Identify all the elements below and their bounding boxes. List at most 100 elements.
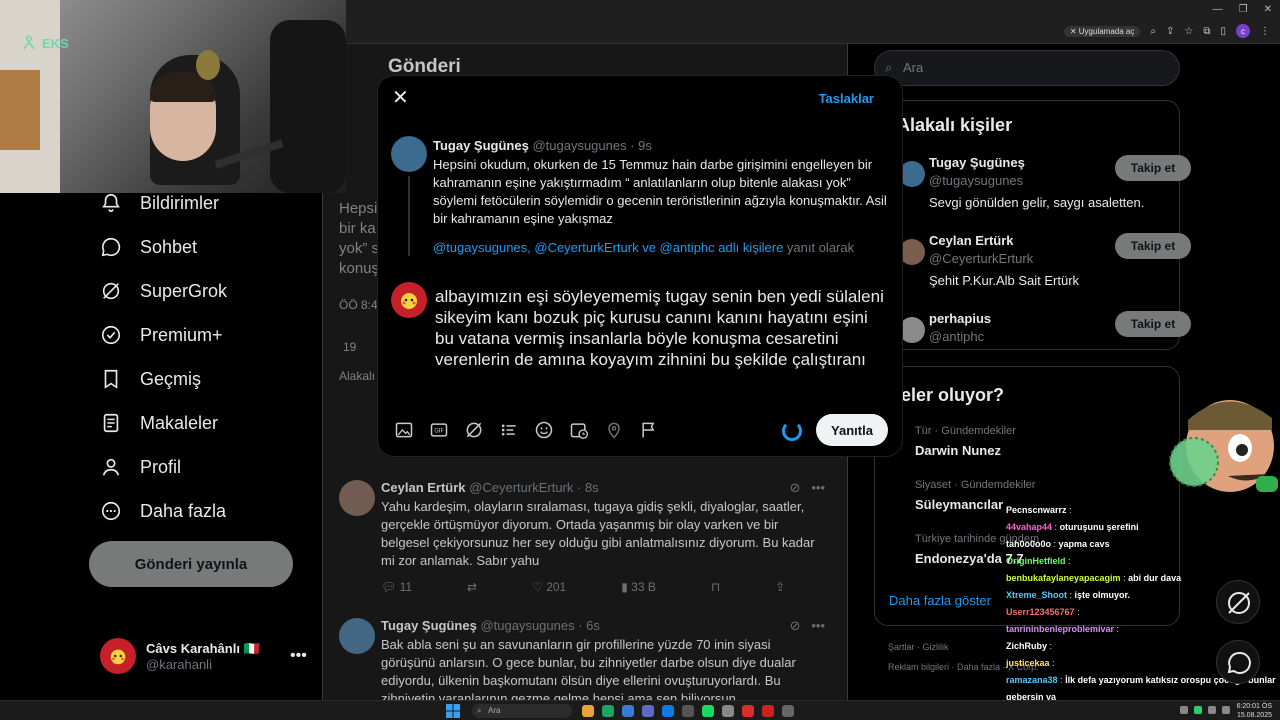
tray-icon[interactable] [1194,706,1202,714]
app-icon[interactable] [742,705,754,717]
thread-line [408,176,410,256]
star-icon[interactable]: ☆ [1184,26,1193,37]
app-icon[interactable] [622,705,634,717]
menu-icon[interactable]: ⋮ [1260,26,1270,37]
avatar [100,638,136,674]
reply-button[interactable]: Yanıtla [816,414,888,446]
profile-icon [102,458,120,476]
account-handle: @karahanli [146,656,212,672]
stream-logo: EKS [20,34,69,52]
quoted-time: · 9s [630,138,652,153]
taskbar-clock[interactable]: 6:20:01 ÖS 15.08.2025 [1237,702,1272,720]
nav-supergrok[interactable]: SuperGrok [100,280,227,302]
person-row[interactable]: Tugay Şugüneş @tugaysugunes Sevgi gönüld… [899,155,1191,215]
close-icon[interactable]: ✕ [392,88,410,108]
person-bio: Şehit P.Kur.Alb Sait Ertürk [929,273,1080,288]
flag-icon[interactable] [639,420,659,440]
gif-icon[interactable]: GIF [429,420,449,440]
clock-time: 6:20:01 ÖS [1236,703,1272,710]
footer-link[interactable]: Reklam bilgileri [888,662,949,672]
nav-profil[interactable]: Profil [100,456,181,478]
footer-link[interactable]: Gizlilik [923,642,949,652]
more-dots-icon[interactable]: ••• [290,647,307,665]
taskbar-search[interactable]: ⌕ Ara [472,704,572,718]
zoom-icon[interactable]: ⌕ [1150,26,1156,37]
sidebar-icon[interactable]: ▯ [1220,26,1226,37]
schedule-icon[interactable] [569,420,589,440]
nav-sohbet[interactable]: Sohbet [100,236,197,258]
spotify-icon[interactable] [702,705,714,717]
tray-icon[interactable] [1180,706,1188,714]
profile-avatar[interactable]: c [1236,24,1250,38]
character-count-ring [782,421,802,441]
emoji-icon[interactable] [534,420,554,440]
chat-message: 44vahap44 : oturuşunu şerefini [1006,522,1139,532]
nav-gecmis[interactable]: Geçmiş [100,368,201,390]
account-switcher[interactable]: Câvs Karahânlı 🇮🇹 @karahanli [100,638,260,674]
app-icon[interactable] [782,705,794,717]
drafts-button[interactable]: Taslaklar [819,91,874,106]
figurine-shape [196,50,220,80]
person-name[interactable]: Ceylan Ertürk [929,233,1014,248]
avatar[interactable] [899,239,925,265]
open-in-app-chip[interactable]: ✕ Uygulamada aç [1063,25,1141,37]
location-icon[interactable] [604,420,624,440]
person-name[interactable]: Tugay Şugüneş [929,155,1025,170]
chrome-icon[interactable] [602,705,614,717]
chat-user: justicekaa [1006,658,1050,668]
nav-daha-fazla[interactable]: Daha fazla [100,500,226,522]
record-icon[interactable] [762,705,774,717]
follow-button[interactable]: Takip et [1115,311,1191,337]
browser-icon[interactable] [662,705,674,717]
reply-textarea[interactable]: albayımızın eşi söyleyememiş tugay senin… [435,286,887,370]
grok-float-button[interactable] [1216,580,1260,624]
nav-makaleler[interactable]: Makaleler [100,412,218,434]
trend-item[interactable]: Tür · Gündemdekiler Darwin Nunez [915,425,1175,458]
screen: — ❐ ✕ ✕ Uygulamada aç ⌕ ⇪ ☆ ⧉ ▯ c ⋮ Bild… [0,0,1280,720]
chat-user: benbukafaylaneyapacagim [1006,573,1121,583]
open-in-app-label: Uygulamada aç [1078,26,1135,36]
premium-icon [101,325,121,345]
post-button[interactable]: Gönderi yayınla [89,541,293,587]
nav-premium[interactable]: Premium+ [100,324,223,346]
poll-icon[interactable] [499,420,519,440]
person-row[interactable]: Ceylan Ertürk @CeyerturkErturk Şehit P.K… [899,233,1191,293]
follow-button[interactable]: Takip et [1115,233,1191,259]
avatar [391,282,427,318]
volume-icon[interactable] [1222,706,1230,714]
close-window-icon[interactable]: ✕ [1264,4,1272,15]
chat-user: ZichRuby [1006,641,1048,651]
share-icon[interactable]: ⇪ [1166,26,1174,37]
quoted-author: Tugay Şugüneş [433,138,529,153]
explorer-icon[interactable] [582,705,594,717]
footer-link[interactable]: Daha fazla [957,662,1000,672]
extensions-icon[interactable]: ⧉ [1203,26,1210,37]
person-name[interactable]: perhapius [929,311,991,326]
restore-icon[interactable]: ❐ [1239,4,1248,15]
follow-button[interactable]: Takip et [1115,155,1191,181]
system-tray [1180,706,1230,714]
avatar[interactable] [899,161,925,187]
show-more-link[interactable]: Daha fazla göster [889,593,991,608]
minimize-icon[interactable]: — [1213,4,1223,15]
windows-start-icon[interactable] [446,704,460,718]
footer-link[interactable]: Şartlar [888,642,915,652]
trend-meta: Tür · Gündemdekiler [915,425,1016,437]
app-icon[interactable] [682,705,694,717]
nav-bildirimler[interactable]: Bildirimler [100,192,219,214]
nav-label: Premium+ [140,324,223,345]
card-title: eler oluyor? [901,385,1005,405]
messages-float-button[interactable] [1216,640,1260,684]
app-icon[interactable] [722,705,734,717]
mascot-emote-icon [1169,400,1278,492]
image-icon[interactable] [394,420,414,440]
avatar[interactable] [899,317,925,343]
search-input[interactable]: ⌕ Ara [874,50,1180,86]
grok-icon[interactable] [464,420,484,440]
reply-to-users[interactable]: @tugaysugunes, @CeyerturkErturk ve @anti… [433,240,783,255]
chat-message: tah0o0o0o : yapma cavs [1006,539,1110,549]
app-icon[interactable] [642,705,654,717]
person-row[interactable]: perhapius @antiphc Takip et [899,311,1191,351]
search-placeholder: Ara [903,60,924,75]
wifi-icon[interactable] [1208,706,1216,714]
